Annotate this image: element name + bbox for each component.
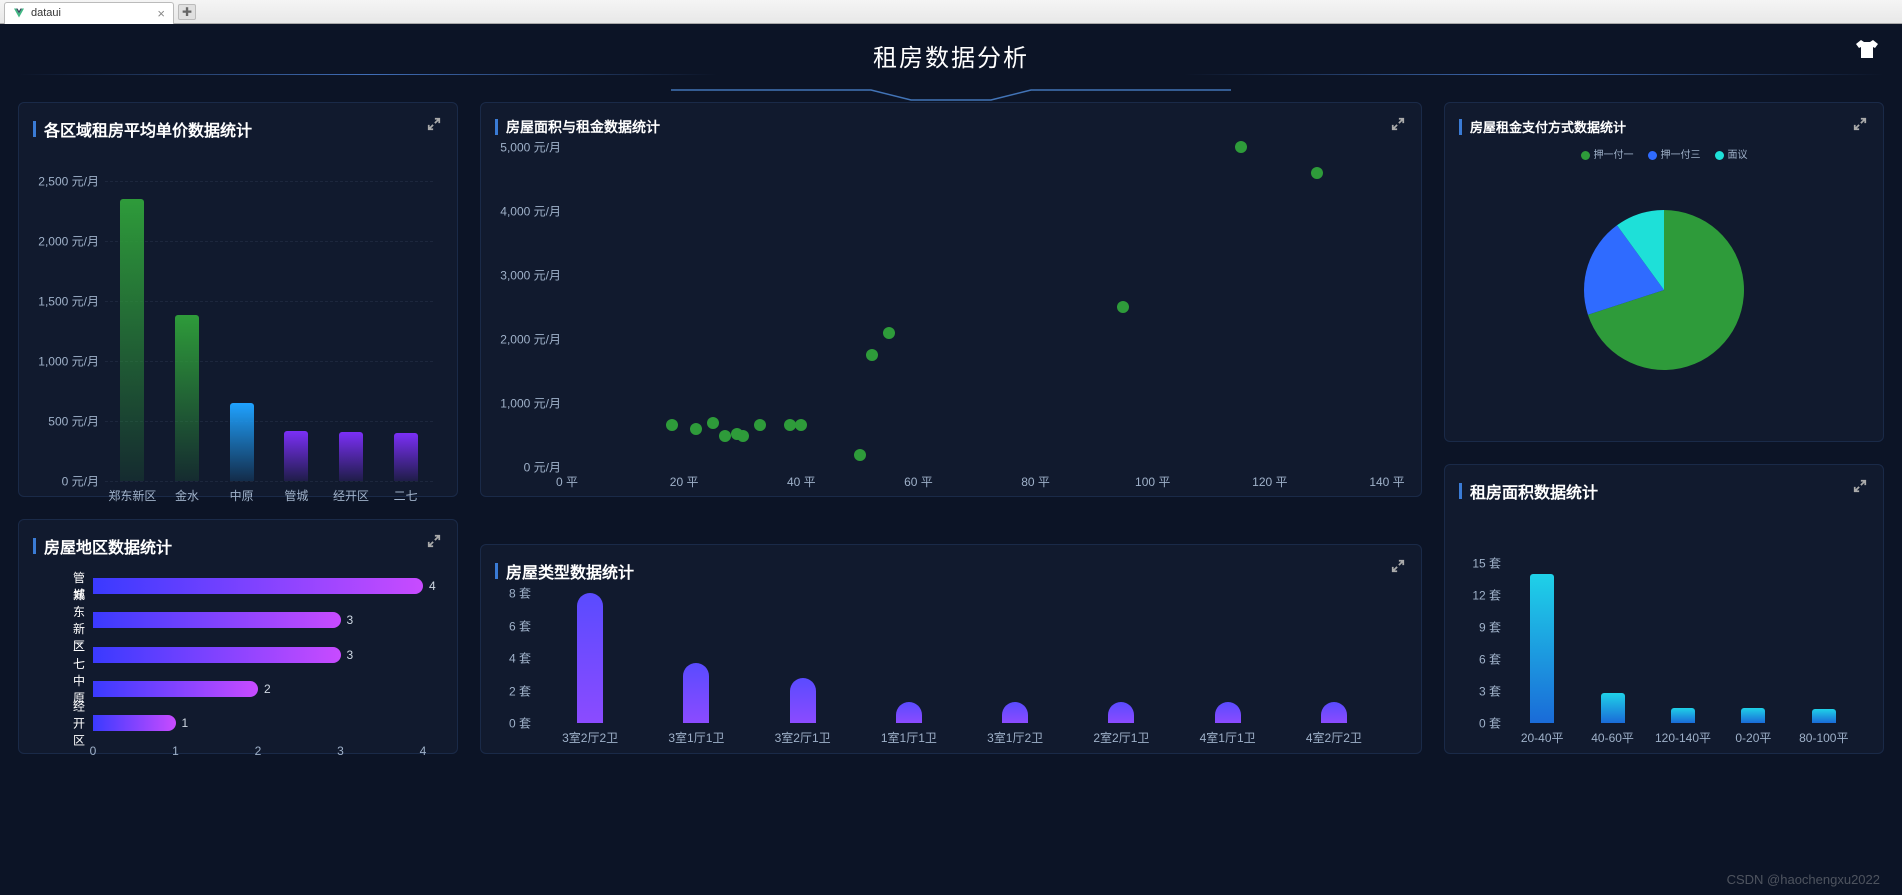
bar bbox=[394, 433, 418, 481]
data-point bbox=[719, 430, 731, 442]
tab-title: dataui bbox=[31, 7, 61, 19]
panel-house-type: 房屋类型数据统计 0 套2 套4 套6 套8 套3室2厅2卫3室1厅1卫3室2厅… bbox=[480, 544, 1422, 754]
panel-title: 房屋地区数据统计 bbox=[33, 534, 443, 558]
pie-legend: 押一付一 押一付三 面议 bbox=[1459, 146, 1869, 161]
bar bbox=[683, 663, 709, 723]
bar bbox=[175, 315, 199, 481]
bar bbox=[1321, 702, 1347, 723]
panel-title: 房屋租金支付方式数据统计 bbox=[1459, 117, 1869, 136]
expand-icon[interactable] bbox=[1391, 559, 1405, 578]
hbar bbox=[93, 647, 341, 663]
expand-icon[interactable] bbox=[1853, 479, 1867, 498]
data-point bbox=[666, 419, 678, 431]
new-tab-button[interactable]: ✚ bbox=[178, 4, 196, 20]
browser-tab-bar: dataui × ✚ bbox=[0, 0, 1902, 24]
bar bbox=[284, 431, 308, 481]
data-point bbox=[1311, 167, 1323, 179]
bar bbox=[1671, 708, 1695, 723]
watermark: CSDN @haochengxu2022 bbox=[1727, 872, 1880, 887]
close-tab-icon[interactable]: × bbox=[157, 6, 165, 21]
expand-icon[interactable] bbox=[427, 534, 441, 553]
data-point bbox=[1117, 301, 1129, 313]
panel-title: 各区域租房平均单价数据统计 bbox=[33, 117, 443, 141]
bar bbox=[1530, 574, 1554, 723]
bar bbox=[896, 702, 922, 723]
legend-item: 押一付一 bbox=[1594, 150, 1634, 161]
expand-icon[interactable] bbox=[1853, 117, 1867, 136]
pie-chart bbox=[1579, 205, 1749, 375]
bar bbox=[230, 403, 254, 481]
panel-title: 房屋面积与租金数据统计 bbox=[495, 117, 1407, 137]
data-point bbox=[707, 417, 719, 429]
data-point bbox=[784, 419, 796, 431]
bar bbox=[339, 432, 363, 481]
hbar bbox=[93, 578, 423, 594]
bar bbox=[120, 199, 144, 481]
data-point bbox=[690, 423, 702, 435]
panel-title: 房屋类型数据统计 bbox=[495, 559, 1407, 583]
panel-area-count: 租房面积数据统计 0 套3 套6 套9 套12 套15 套20-40平40-60… bbox=[1444, 464, 1884, 754]
browser-tab[interactable]: dataui × bbox=[4, 2, 174, 24]
bar bbox=[1215, 702, 1241, 723]
data-point bbox=[754, 419, 766, 431]
bar bbox=[1741, 708, 1765, 723]
bar bbox=[1812, 709, 1836, 723]
data-point bbox=[854, 449, 866, 461]
expand-icon[interactable] bbox=[1391, 117, 1405, 136]
panel-region-count: 房屋地区数据统计 管城4郑东新区3二七3中原2经开区101234 bbox=[18, 519, 458, 754]
page-header: 租房数据分析 bbox=[0, 24, 1902, 84]
data-point bbox=[795, 419, 807, 431]
hbar bbox=[93, 681, 258, 697]
bar bbox=[1002, 702, 1028, 723]
data-point bbox=[737, 430, 749, 442]
bar bbox=[1108, 702, 1134, 723]
title-decoration bbox=[671, 88, 1231, 102]
panel-area-rent: 房屋面积与租金数据统计 0 元/月1,000 元/月2,000 元/月3,000… bbox=[480, 102, 1422, 497]
legend-item: 押一付三 bbox=[1661, 150, 1701, 161]
panel-pay-method: 房屋租金支付方式数据统计 押一付一 押一付三 面议 bbox=[1444, 102, 1884, 442]
vue-icon bbox=[13, 7, 25, 19]
expand-icon[interactable] bbox=[427, 117, 441, 136]
panel-avg-price: 各区域租房平均单价数据统计 0 元/月500 元/月1,000 元/月1,500… bbox=[18, 102, 458, 497]
panel-title: 租房面积数据统计 bbox=[1459, 479, 1869, 503]
bar bbox=[790, 678, 816, 724]
legend-item: 面议 bbox=[1728, 150, 1748, 161]
page-title: 租房数据分析 bbox=[671, 38, 1231, 73]
data-point bbox=[1235, 141, 1247, 153]
bar bbox=[577, 593, 603, 723]
data-point bbox=[866, 349, 878, 361]
data-point bbox=[883, 327, 895, 339]
theme-icon[interactable] bbox=[1854, 38, 1880, 65]
hbar bbox=[93, 715, 176, 731]
hbar bbox=[93, 612, 341, 628]
bar bbox=[1601, 693, 1625, 723]
